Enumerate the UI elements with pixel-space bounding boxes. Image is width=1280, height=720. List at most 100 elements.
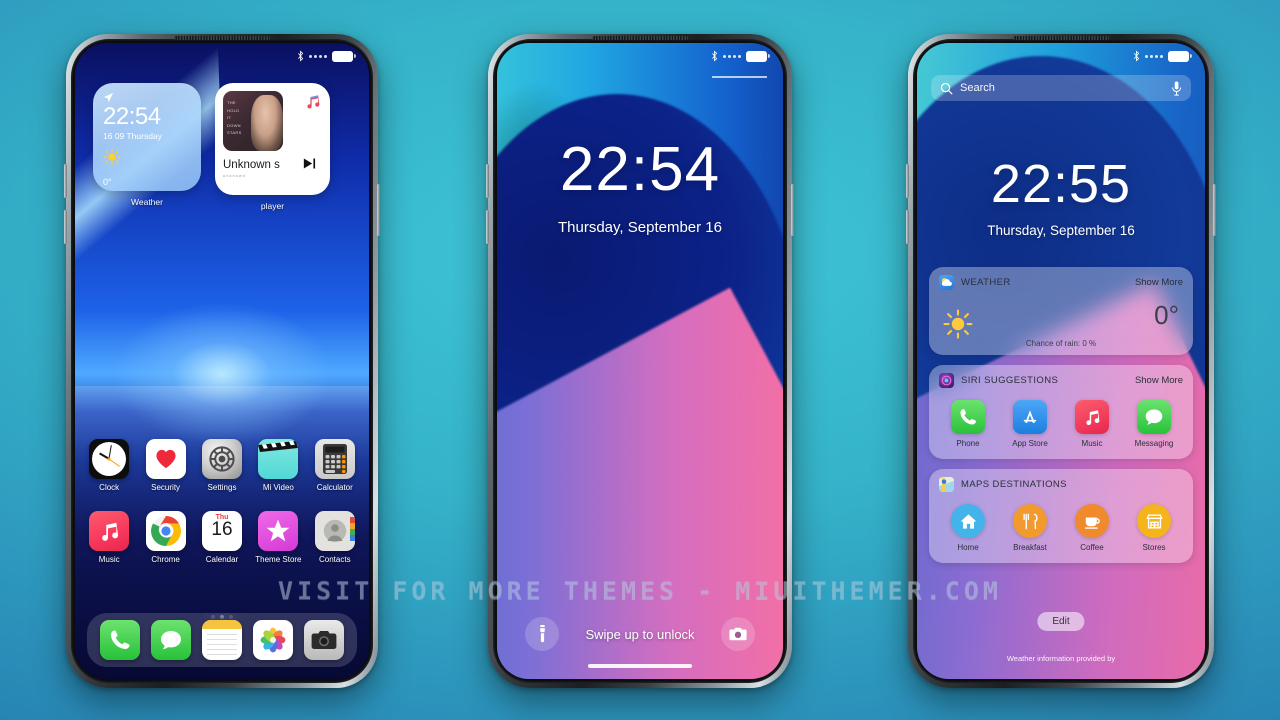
volume-down-button[interactable] [486,210,489,244]
sun-icon [103,148,191,171]
volume-down-button[interactable] [64,210,67,244]
weather-app-icon [939,275,954,290]
app-music[interactable]: Music [84,511,134,565]
siri-tile-messaging[interactable]: Messaging [1128,400,1180,448]
today-clock: 22:55 [990,154,1132,214]
card-title: MAPS DESTINATIONS [961,479,1067,490]
siri-tile-music[interactable]: Music [1066,400,1118,448]
tile-label: Phone [956,439,980,448]
camera-icon[interactable] [303,620,344,660]
photos-icon[interactable] [252,620,293,660]
home-icon [951,504,985,538]
app-label: Contacts [319,555,351,564]
microphone-icon[interactable] [1171,80,1182,96]
app-label: Clock [99,483,120,492]
app-theme-store[interactable]: Theme Store [253,511,303,565]
tile-label: Coffee [1080,543,1104,552]
card-title: WEATHER [961,277,1011,288]
today-wallpaper [917,43,1205,679]
app-calculator[interactable]: Calculator [310,439,360,493]
widget-label-weather: Weather [131,197,163,207]
apple-music-note-icon [304,93,321,113]
weather-attribution: Weather information provided by [1006,654,1116,663]
app-label: Mi Video [262,483,294,492]
earpiece-speaker [1013,36,1109,40]
home-indicator[interactable] [588,664,692,668]
lock-actions: Swipe up to unlock [497,617,783,651]
volume-up-button[interactable] [906,164,909,198]
siri-suggestions-card[interactable]: SIRI SUGGESTIONS Show More Phone App Sto… [929,365,1193,459]
app-label: Calculator [316,483,353,492]
battery-icon [746,50,770,62]
weather-clock-widget[interactable]: 22:54 16 09 Thursday 0° [93,83,201,191]
phone-home-screen: 22:54 16 09 Thursday 0° Weather THE HOLD… [64,34,380,688]
maps-destinations-card[interactable]: MAPS DESTINATIONS Home Breakfast Coffee … [929,469,1193,563]
volume-down-button[interactable] [906,210,909,244]
app-label: Settings [207,483,237,492]
widget-label-player: player [260,201,285,211]
maps-tile-coffee[interactable]: Coffee [1066,504,1118,552]
location-arrow-icon [103,92,114,103]
status-bar [497,43,783,69]
search-input[interactable]: Search [931,75,1191,101]
lock-screen-display: 22:54 Thursday, September 16 Swipe up to… [497,43,783,679]
message-bubble-icon[interactable] [151,620,192,660]
maps-icon [939,477,954,492]
siri-tile-phone[interactable]: Phone [942,400,994,448]
status-underline [712,76,767,78]
app-settings[interactable]: Settings [197,439,247,493]
camera-icon[interactable] [720,617,755,651]
gear-icon [201,439,242,479]
heart-icon [145,439,186,479]
maps-tile-stores[interactable]: Stores [1128,504,1180,552]
music-player-widget-wrap[interactable]: THEHOLDITDOWNSTARS Unknown s unknown [215,83,330,211]
lock-date: Thursday, September 16 [558,219,722,236]
volume-up-button[interactable] [486,164,489,198]
maps-tile-breakfast[interactable]: Breakfast [1004,504,1056,552]
calendar-icon: Thu 16 [201,511,242,551]
weather-card[interactable]: WEATHER Show More 0° Chance of rain: 0 % [929,267,1193,355]
app-mi-video[interactable]: Mi Video [253,439,303,493]
notes-icon[interactable] [201,620,242,660]
show-more-link[interactable]: Show More [1135,277,1183,288]
contacts-tabs [349,517,355,541]
bluetooth-icon [712,50,718,62]
power-button[interactable] [791,184,794,236]
siri-tiles: Phone App Store Music Messaging [929,390,1193,448]
earpiece-speaker [174,36,270,40]
weather-clock-widget-wrap[interactable]: 22:54 16 09 Thursday 0° Weather [93,83,201,211]
power-button[interactable] [377,184,380,236]
maps-tiles: Home Breakfast Coffee Stores [929,494,1193,552]
search-placeholder: Search [960,82,995,94]
music-player-widget[interactable]: THE HOLD IT DOWN STARS Unknown s unknown [215,83,330,195]
card-header: SIRI SUGGESTIONS Show More [929,365,1193,390]
chrome-icon [145,511,186,551]
app-security[interactable]: Security [141,439,191,493]
app-grid: Clock Security Settings Mi Video Calcula… [75,439,369,565]
clock-icon [89,439,130,479]
phone-icon[interactable] [100,620,141,660]
flashlight-icon[interactable] [525,617,560,651]
app-clock[interactable]: Clock [84,439,134,493]
card-header: WEATHER Show More [929,267,1193,292]
volume-up-button[interactable] [64,164,67,198]
widget-time: 22:54 [103,103,161,130]
next-track-icon[interactable] [303,157,318,173]
search-icon [940,82,953,94]
status-bar [75,43,369,69]
app-calendar[interactable]: Thu 16 Calendar [197,511,247,565]
calendar-day-number: 16 [211,519,233,540]
track-title: Unknown s [223,159,280,171]
app-contacts[interactable]: Contacts [310,511,360,565]
battery-icon [1168,50,1192,62]
edit-button[interactable]: Edit [1037,612,1085,631]
siri-tile-app-store[interactable]: App Store [1004,400,1056,448]
app-chrome[interactable]: Chrome [141,511,191,565]
show-more-link[interactable]: Show More [1135,375,1183,386]
widget-row: 22:54 16 09 Thursday 0° Weather THE HOLD… [75,83,369,211]
bluetooth-icon [1134,50,1140,62]
music-note-icon [1075,400,1109,434]
power-button[interactable] [1213,184,1216,236]
music-note-icon [89,511,130,551]
maps-tile-home[interactable]: Home [942,504,994,552]
